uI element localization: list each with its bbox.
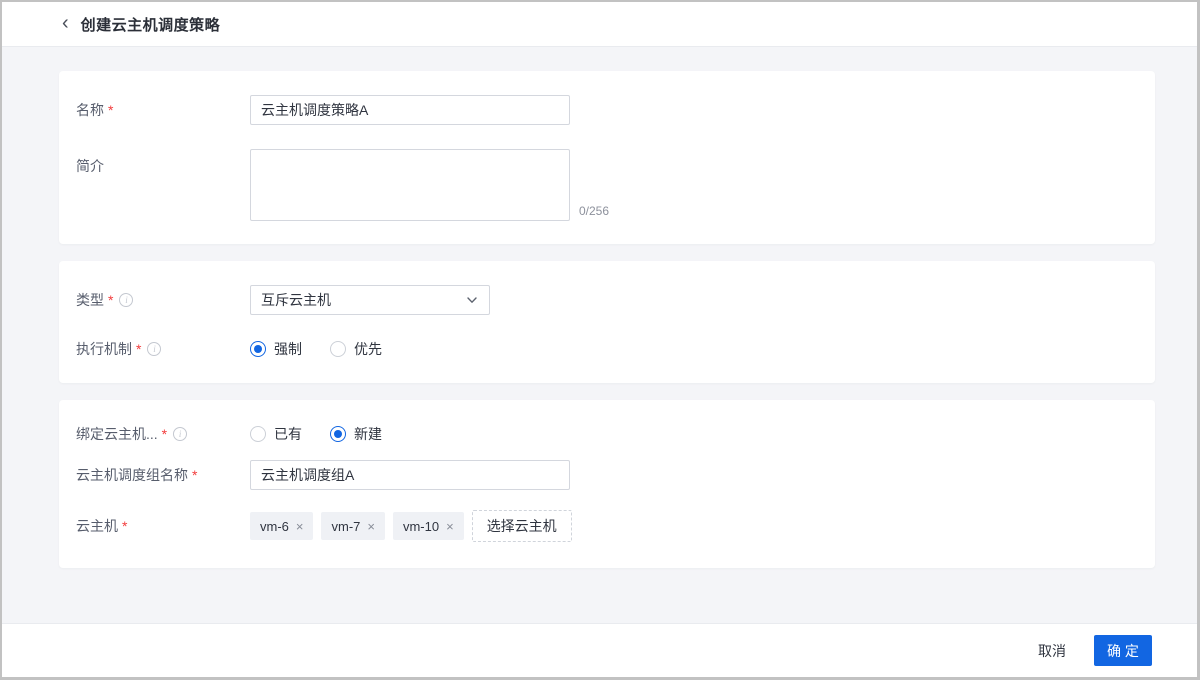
- host-tag-label: vm-7: [331, 518, 361, 534]
- required-asterisk: *: [161, 426, 168, 442]
- mechanism-label: 执行机制 * i: [76, 339, 250, 359]
- type-card: 类型 * i 互斥云主机 执行机制 * i 强制 优先: [59, 261, 1155, 383]
- bind-group-label: 绑定云主机... * i: [76, 424, 250, 444]
- host-tag-label: vm-10: [402, 518, 440, 534]
- required-asterisk: *: [136, 341, 142, 357]
- remove-tag-icon[interactable]: ×: [446, 520, 454, 533]
- radio-label: 优先: [354, 341, 382, 357]
- group-name-label-text: 云主机调度组名称: [76, 467, 188, 483]
- radio-mandatory[interactable]: 强制: [250, 339, 302, 359]
- form-content: 名称 * 简介 0/256 类型 * i: [2, 47, 1197, 623]
- host-tag: vm-10 ×: [392, 512, 464, 540]
- bind-group-row: 绑定云主机... * i 已有 新建: [76, 424, 1139, 444]
- mechanism-label-text: 执行机制: [76, 341, 132, 357]
- group-name-input[interactable]: [250, 460, 570, 490]
- type-label-text: 类型: [76, 292, 104, 308]
- bind-group-label-text: 绑定云主机...: [76, 426, 158, 442]
- hosts-tags: vm-6 × vm-7 × vm-10 × 选择云主机: [250, 510, 572, 542]
- char-counter: 0/256: [579, 204, 610, 218]
- page: ‹ 创建云主机调度策略 名称 * 简介 0/256: [0, 0, 1200, 680]
- type-row: 类型 * i 互斥云主机: [76, 285, 1139, 315]
- footer-bar: 取消 确 定: [2, 623, 1197, 677]
- group-name-label: 云主机调度组名称 *: [76, 465, 250, 485]
- name-label-text: 名称: [76, 102, 104, 118]
- radio-unselected-icon: [330, 341, 346, 357]
- host-tag: vm-7 ×: [321, 512, 385, 540]
- required-asterisk: *: [108, 292, 114, 308]
- bind-group-card: 绑定云主机... * i 已有 新建 云主机调度组名称 * 云主机调度组A 云主…: [59, 400, 1155, 568]
- remove-tag-icon[interactable]: ×: [367, 520, 375, 533]
- radio-new[interactable]: 新建: [330, 424, 382, 444]
- info-icon[interactable]: i: [147, 342, 162, 356]
- required-asterisk: *: [192, 467, 198, 483]
- intro-label: 简介: [76, 149, 250, 176]
- confirm-button[interactable]: 确 定: [1094, 635, 1152, 666]
- type-select[interactable]: 互斥云主机: [250, 285, 490, 315]
- page-header: ‹ 创建云主机调度策略: [2, 2, 1197, 47]
- type-label: 类型 * i: [76, 290, 250, 310]
- mechanism-radio-group: 强制 优先: [250, 339, 410, 359]
- host-tag-label: vm-6: [260, 518, 289, 534]
- radio-unselected-icon: [250, 426, 266, 442]
- radio-label: 新建: [354, 426, 382, 442]
- radio-priority[interactable]: 优先: [330, 339, 382, 359]
- select-hosts-button[interactable]: 选择云主机: [471, 510, 572, 542]
- intro-textarea-wrap: 0/256: [250, 149, 609, 221]
- hosts-label: 云主机 *: [76, 516, 250, 536]
- hosts-row: 云主机 * vm-6 × vm-7 × vm-10 × 选择云主机: [76, 510, 1139, 542]
- type-select-value: 互斥云主机: [261, 292, 331, 308]
- name-label: 名称 *: [76, 100, 250, 120]
- intro-textarea[interactable]: [250, 149, 570, 221]
- name-row: 名称 *: [76, 95, 1139, 125]
- required-asterisk: *: [108, 102, 114, 118]
- info-icon[interactable]: i: [173, 427, 188, 441]
- radio-selected-icon: [250, 341, 266, 357]
- intro-label-text: 简介: [76, 158, 104, 174]
- radio-label: 已有: [274, 426, 302, 442]
- hosts-label-text: 云主机: [76, 518, 118, 534]
- mechanism-row: 执行机制 * i 强制 优先: [76, 339, 1139, 359]
- chevron-down-icon: [465, 293, 479, 307]
- remove-tag-icon[interactable]: ×: [296, 520, 304, 533]
- group-name-row: 云主机调度组名称 *: [76, 460, 1139, 490]
- name-input[interactable]: [250, 95, 570, 125]
- radio-label: 强制: [274, 341, 302, 357]
- radio-existing[interactable]: 已有: [250, 424, 302, 444]
- host-tag: vm-6 ×: [250, 512, 314, 540]
- radio-selected-icon: [330, 426, 346, 442]
- info-icon[interactable]: i: [119, 293, 134, 307]
- back-icon[interactable]: ‹: [62, 13, 69, 33]
- cancel-button[interactable]: 取消: [1038, 641, 1066, 661]
- intro-row: 简介 0/256: [76, 149, 1139, 221]
- bind-group-radio-group: 已有 新建: [250, 424, 410, 444]
- page-title: 创建云主机调度策略: [80, 16, 221, 34]
- required-asterisk: *: [122, 518, 128, 534]
- basic-info-card: 名称 * 简介 0/256: [59, 71, 1155, 244]
